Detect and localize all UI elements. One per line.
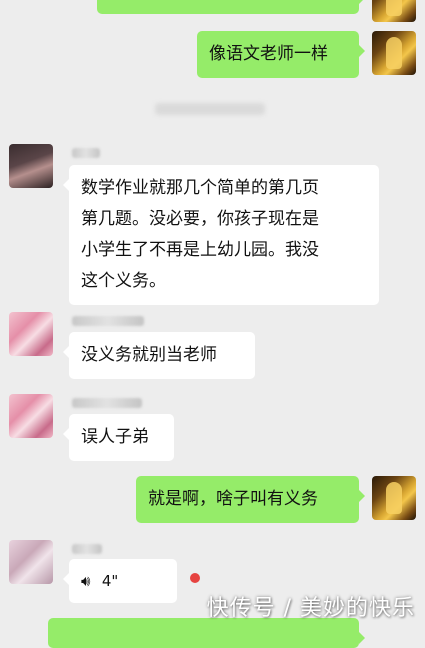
avatar[interactable]: [9, 540, 53, 584]
voice-wave-icon: 🔊︎: [81, 572, 91, 590]
avatar[interactable]: [372, 0, 416, 22]
message-bubble[interactable]: 就是啊，啥子叫有义务: [136, 476, 365, 523]
voice-duration: 4": [101, 572, 119, 590]
sender-name: [72, 316, 144, 326]
avatar[interactable]: [9, 394, 53, 438]
message-bubble[interactable]: 没义务就别当老师: [63, 332, 255, 379]
message-text: 没义务就别当老师: [81, 345, 217, 365]
message-line: 数学作业就那几个简单的第几页: [81, 178, 319, 198]
message-line: 小学生了不再是上幼儿园。我没: [81, 240, 319, 260]
avatar[interactable]: [9, 144, 53, 188]
message-bubble[interactable]: 像语文老师一样: [197, 31, 365, 78]
avatar[interactable]: [372, 31, 416, 75]
message-line: 这个义务。: [81, 271, 166, 291]
message-text: 像语文老师一样: [209, 44, 328, 64]
message-bubble-cut[interactable]: [48, 618, 365, 648]
message-text: 误人子弟: [81, 427, 149, 447]
message-bubble[interactable]: 数学作业就那几个简单的第几页 第几题。没必要，你孩子现在是 小学生了不再是上幼儿…: [63, 165, 379, 305]
sender-name: [72, 398, 142, 408]
message-bubble[interactable]: 误人子弟: [63, 414, 174, 461]
sender-name: [72, 544, 102, 554]
avatar[interactable]: [9, 312, 53, 356]
sender-name: [72, 148, 100, 158]
message-bubble-cut[interactable]: [97, 0, 365, 14]
timestamp: [155, 103, 265, 115]
message-text: 就是啊，啥子叫有义务: [148, 489, 318, 509]
message-line: 第几题。没必要，你孩子现在是: [81, 209, 319, 229]
voice-message-bubble[interactable]: 🔊︎ 4": [63, 559, 177, 603]
avatar[interactable]: [372, 476, 416, 520]
unread-dot: [190, 573, 200, 583]
watermark: 快传号 / 美妙的快乐: [206, 596, 415, 621]
